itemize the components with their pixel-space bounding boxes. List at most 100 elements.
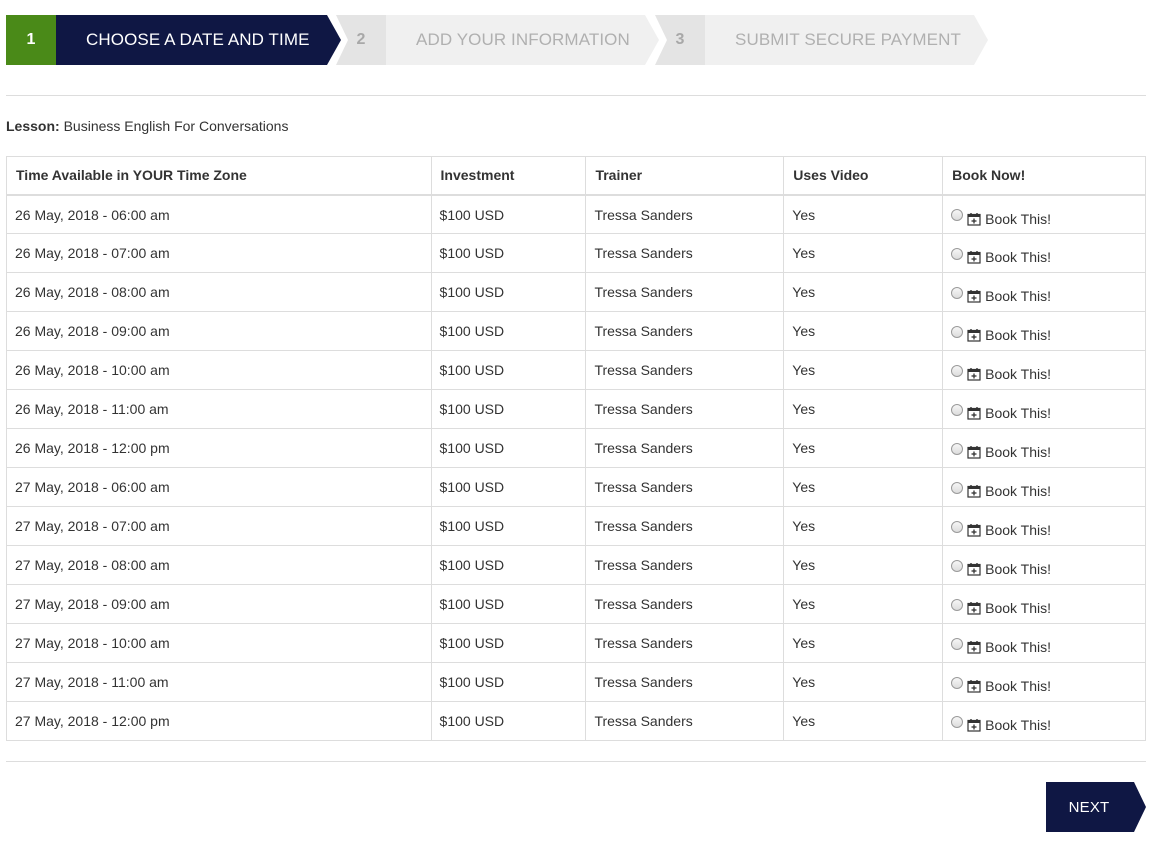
slot-time: 26 May, 2018 - 07:00 am [6, 233, 432, 273]
book-option[interactable]: Book This! [951, 479, 1137, 499]
slot-trainer: Tressa Sanders [585, 584, 785, 624]
book-this-label[interactable]: Book This! [985, 717, 1051, 733]
slot-trainer: Tressa Sanders [585, 311, 785, 351]
header-time: Time Available in YOUR Time Zone [6, 156, 432, 196]
slot-uses-video: Yes [783, 428, 944, 468]
next-button[interactable]: NEXT [1046, 782, 1146, 832]
step-submit-payment: 3 SUBMIT SECURE PAYMENT [655, 15, 988, 65]
slot-uses-video: Yes [783, 389, 944, 429]
table-row: 27 May, 2018 - 12:00 pm $100 USD Tressa Sa… [6, 701, 1146, 741]
slot-time: 26 May, 2018 - 06:00 am [6, 194, 432, 234]
table-header-row: Time Available in YOUR Time Zone Investm… [6, 156, 1146, 196]
book-this-label[interactable]: Book This! [985, 327, 1051, 343]
slot-book-cell: Book This! [942, 272, 1146, 312]
slot-uses-video: Yes [783, 701, 944, 741]
slot-time: 26 May, 2018 - 09:00 am [6, 311, 432, 351]
book-option[interactable]: Book This! [951, 440, 1137, 460]
lesson-title: Business English For Conversations [63, 118, 289, 134]
slot-investment: $100 USD [430, 389, 587, 429]
slot-trainer: Tressa Sanders [585, 506, 785, 546]
calendar-plus-icon [967, 250, 981, 264]
book-this-label[interactable]: Book This! [985, 678, 1051, 694]
slot-investment: $100 USD [430, 545, 587, 585]
book-radio[interactable] [951, 520, 964, 533]
book-this-label[interactable]: Book This! [985, 405, 1051, 421]
book-this-label[interactable]: Book This! [985, 211, 1051, 227]
slot-book-cell: Book This! [942, 623, 1146, 663]
book-this-label[interactable]: Book This! [985, 288, 1051, 304]
step-number: 1 [6, 15, 56, 65]
book-radio[interactable] [951, 676, 964, 689]
bottom-divider [6, 761, 1146, 762]
book-radio[interactable] [951, 364, 964, 377]
book-this-label[interactable]: Book This! [985, 522, 1051, 538]
slot-uses-video: Yes [783, 545, 944, 585]
calendar-plus-icon [967, 406, 981, 420]
step-label: CHOOSE A DATE AND TIME [56, 15, 341, 65]
book-radio[interactable] [951, 481, 964, 494]
book-option[interactable]: Book This! [951, 674, 1137, 694]
book-option[interactable]: Book This! [951, 362, 1137, 382]
slot-book-cell: Book This! [942, 350, 1146, 390]
slot-book-cell: Book This! [942, 467, 1146, 507]
book-this-label[interactable]: Book This! [985, 444, 1051, 460]
book-radio[interactable] [951, 559, 964, 572]
book-radio[interactable] [951, 598, 964, 611]
book-this-label[interactable]: Book This! [985, 366, 1051, 382]
top-divider [6, 95, 1146, 96]
slot-uses-video: Yes [783, 272, 944, 312]
step-number: 3 [655, 15, 705, 65]
book-radio[interactable] [951, 715, 964, 728]
book-radio[interactable] [951, 403, 964, 416]
slot-uses-video: Yes [783, 350, 944, 390]
book-option[interactable]: Book This! [951, 207, 1137, 227]
slot-trainer: Tressa Sanders [585, 350, 785, 390]
book-radio[interactable] [951, 286, 964, 299]
book-option[interactable]: Book This! [951, 518, 1137, 538]
slot-time: 27 May, 2018 - 09:00 am [6, 584, 432, 624]
book-option[interactable]: Book This! [951, 401, 1137, 421]
slot-time: 27 May, 2018 - 10:00 am [6, 623, 432, 663]
book-option[interactable]: Book This! [951, 323, 1137, 343]
book-this-label[interactable]: Book This! [985, 249, 1051, 265]
book-radio[interactable] [951, 209, 964, 221]
book-option[interactable]: Book This! [951, 596, 1137, 616]
table-row: 26 May, 2018 - 07:00 am $100 USD Tressa Sa… [6, 233, 1146, 273]
book-option[interactable]: Book This! [951, 284, 1137, 304]
calendar-plus-icon [967, 523, 981, 537]
table-row: 26 May, 2018 - 11:00 am $100 USD Tressa Sa… [6, 389, 1146, 429]
slot-time: 27 May, 2018 - 12:00 pm [6, 701, 432, 741]
book-option[interactable]: Book This! [951, 635, 1137, 655]
book-radio[interactable] [951, 325, 964, 338]
slot-trainer: Tressa Sanders [585, 701, 785, 741]
step-label: SUBMIT SECURE PAYMENT [705, 15, 988, 65]
book-this-label[interactable]: Book This! [985, 483, 1051, 499]
header-trainer: Trainer [585, 156, 785, 196]
book-radio[interactable] [951, 637, 964, 650]
slot-investment: $100 USD [430, 194, 587, 234]
checkout-stepper: 1 CHOOSE A DATE AND TIME 2 ADD YOUR INFO… [6, 15, 996, 65]
lesson-info: Lesson: Business English For Conversatio… [6, 118, 288, 134]
book-this-label[interactable]: Book This! [985, 561, 1051, 577]
book-radio[interactable] [951, 247, 964, 260]
book-this-label[interactable]: Book This! [985, 639, 1051, 655]
book-option[interactable]: Book This! [951, 713, 1137, 733]
header-uses-video: Uses Video [783, 156, 944, 196]
book-option[interactable]: Book This! [951, 245, 1137, 265]
lesson-label: Lesson: [6, 118, 60, 134]
slot-trainer: Tressa Sanders [585, 428, 785, 468]
calendar-plus-icon [967, 718, 981, 732]
book-option[interactable]: Book This! [951, 557, 1137, 577]
calendar-plus-icon [967, 484, 981, 498]
slot-trainer: Tressa Sanders [585, 233, 785, 273]
slot-investment: $100 USD [430, 623, 587, 663]
slot-investment: $100 USD [430, 428, 587, 468]
slot-investment: $100 USD [430, 584, 587, 624]
book-radio[interactable] [951, 442, 964, 455]
slot-uses-video: Yes [783, 662, 944, 702]
slot-trainer: Tressa Sanders [585, 662, 785, 702]
table-row: 26 May, 2018 - 06:00 am $100 USD Tressa Sa… [6, 194, 1146, 234]
table-body: 26 May, 2018 - 06:00 am $100 USD Tressa Sa… [6, 194, 1146, 741]
slot-book-cell: Book This! [942, 701, 1146, 741]
book-this-label[interactable]: Book This! [985, 600, 1051, 616]
